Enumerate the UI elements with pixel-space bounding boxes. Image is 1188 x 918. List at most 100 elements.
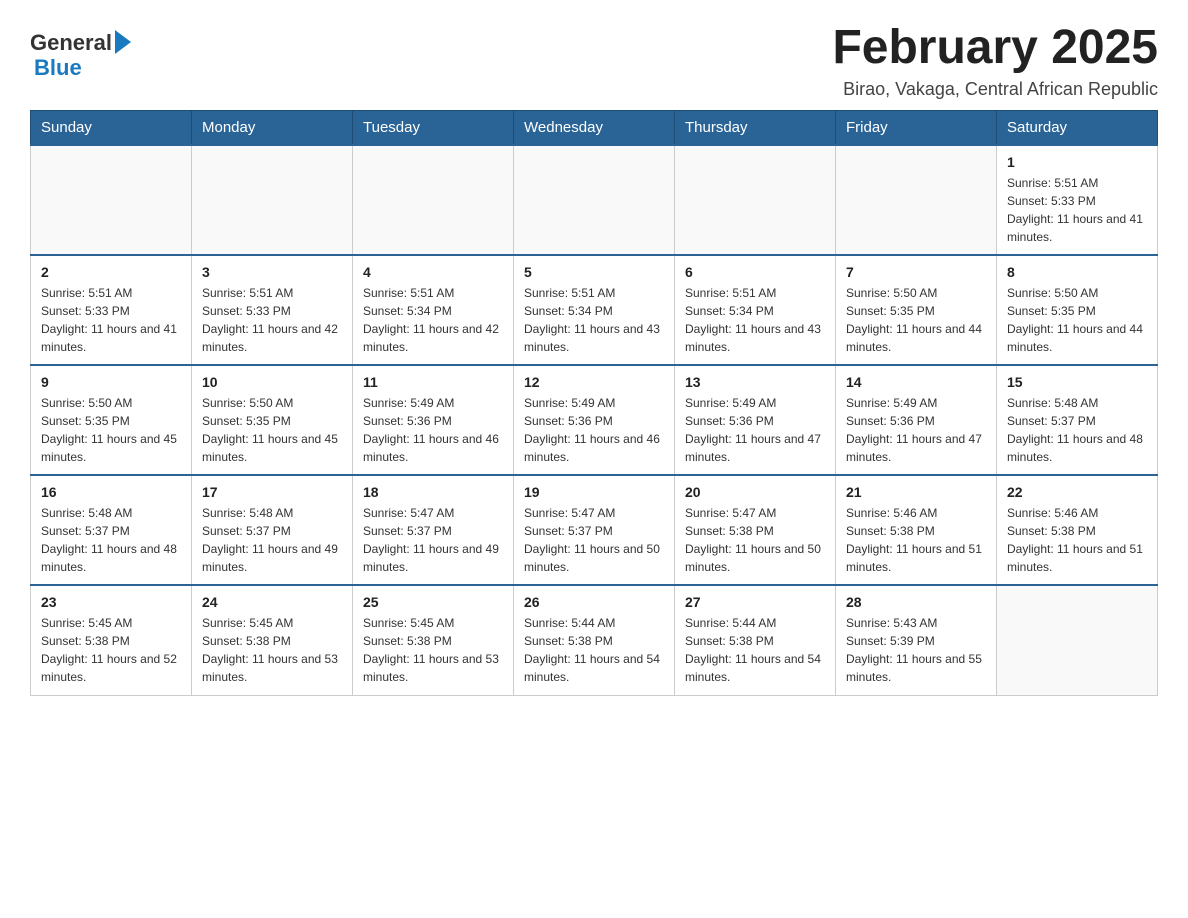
day-number: 15 bbox=[1007, 374, 1147, 390]
calendar-day-cell: 13Sunrise: 5:49 AM Sunset: 5:36 PM Dayli… bbox=[675, 365, 836, 475]
day-number: 27 bbox=[685, 594, 825, 610]
day-number: 12 bbox=[524, 374, 664, 390]
calendar-day-cell bbox=[192, 145, 353, 255]
day-info: Sunrise: 5:49 AM Sunset: 5:36 PM Dayligh… bbox=[363, 394, 503, 466]
day-info: Sunrise: 5:46 AM Sunset: 5:38 PM Dayligh… bbox=[1007, 504, 1147, 576]
calendar-day-cell: 8 Sunrise: 5:50 AM Sunset: 5:35 PM Daylig… bbox=[997, 255, 1158, 365]
day-info: Sunrise: 5:45 AM Sunset: 5:38 PM Dayligh… bbox=[41, 614, 181, 686]
calendar-day-header: Friday bbox=[836, 111, 997, 146]
day-number: 21 bbox=[846, 484, 986, 500]
day-info: Sunrise: 5:45 AM Sunset: 5:38 PM Dayligh… bbox=[202, 614, 342, 686]
calendar-week-row: 23Sunrise: 5:45 AM Sunset: 5:38 PM Dayli… bbox=[31, 585, 1158, 695]
calendar-day-cell: 28 Sunrise: 5:43 AM Sunset: 5:39 PM Dayli… bbox=[836, 585, 997, 695]
day-info: Sunrise: 5:47 AM Sunset: 5:37 PM Dayligh… bbox=[524, 504, 664, 576]
calendar-day-cell: 19 Sunrise: 5:47 AM Sunset: 5:37 PM Dayli… bbox=[514, 475, 675, 585]
calendar-day-header: Monday bbox=[192, 111, 353, 146]
calendar-day-cell: 15 Sunrise: 5:48 AM Sunset: 5:37 PM Dayli… bbox=[997, 365, 1158, 475]
calendar-day-cell bbox=[353, 145, 514, 255]
day-number: 26 bbox=[524, 594, 664, 610]
logo-blue-text: Blue bbox=[34, 56, 131, 80]
page-title: February 2025 bbox=[832, 20, 1158, 75]
day-info: Sunrise: 5:44 AM Sunset: 5:38 PM Dayligh… bbox=[685, 614, 825, 686]
day-number: 6 bbox=[685, 264, 825, 280]
calendar-day-cell bbox=[836, 145, 997, 255]
calendar-day-cell: 1 Sunrise: 5:51 AM Sunset: 5:33 PM Daylig… bbox=[997, 145, 1158, 255]
day-number: 3 bbox=[202, 264, 342, 280]
logo-general-text: General bbox=[30, 31, 112, 55]
day-number: 28 bbox=[846, 594, 986, 610]
day-number: 17 bbox=[202, 484, 342, 500]
day-info: Sunrise: 5:51 AM Sunset: 5:34 PM Dayligh… bbox=[685, 284, 825, 356]
calendar-day-cell: 7 Sunrise: 5:50 AM Sunset: 5:35 PM Daylig… bbox=[836, 255, 997, 365]
calendar-day-cell: 25Sunrise: 5:45 AM Sunset: 5:38 PM Dayli… bbox=[353, 585, 514, 695]
calendar-week-row: 9 Sunrise: 5:50 AM Sunset: 5:35 PM Daylig… bbox=[31, 365, 1158, 475]
calendar-day-cell: 4 Sunrise: 5:51 AM Sunset: 5:34 PM Daylig… bbox=[353, 255, 514, 365]
calendar-day-cell: 16 Sunrise: 5:48 AM Sunset: 5:37 PM Dayli… bbox=[31, 475, 192, 585]
day-number: 19 bbox=[524, 484, 664, 500]
calendar-day-cell: 9Sunrise: 5:50 AM Sunset: 5:35 PM Daylig… bbox=[31, 365, 192, 475]
calendar-day-cell: 20 Sunrise: 5:47 AM Sunset: 5:38 PM Dayli… bbox=[675, 475, 836, 585]
day-info: Sunrise: 5:50 AM Sunset: 5:35 PM Dayligh… bbox=[1007, 284, 1147, 356]
calendar-day-cell: 11 Sunrise: 5:49 AM Sunset: 5:36 PM Dayli… bbox=[353, 365, 514, 475]
calendar-day-cell: 21 Sunrise: 5:46 AM Sunset: 5:38 PM Dayli… bbox=[836, 475, 997, 585]
day-info: Sunrise: 5:46 AM Sunset: 5:38 PM Dayligh… bbox=[846, 504, 986, 576]
day-info: Sunrise: 5:49 AM Sunset: 5:36 PM Dayligh… bbox=[846, 394, 986, 466]
calendar-day-cell: 2 Sunrise: 5:51 AM Sunset: 5:33 PM Daylig… bbox=[31, 255, 192, 365]
calendar-table: SundayMondayTuesdayWednesdayThursdayFrid… bbox=[30, 110, 1158, 696]
calendar-day-cell bbox=[31, 145, 192, 255]
page-subtitle: Birao, Vakaga, Central African Republic bbox=[832, 79, 1158, 100]
day-info: Sunrise: 5:47 AM Sunset: 5:38 PM Dayligh… bbox=[685, 504, 825, 576]
title-section: February 2025 Birao, Vakaga, Central Afr… bbox=[832, 20, 1158, 100]
calendar-day-header: Thursday bbox=[675, 111, 836, 146]
calendar-day-cell: 24Sunrise: 5:45 AM Sunset: 5:38 PM Dayli… bbox=[192, 585, 353, 695]
day-number: 9 bbox=[41, 374, 181, 390]
day-number: 4 bbox=[363, 264, 503, 280]
calendar-day-cell: 22 Sunrise: 5:46 AM Sunset: 5:38 PM Dayli… bbox=[997, 475, 1158, 585]
calendar-day-cell bbox=[514, 145, 675, 255]
day-info: Sunrise: 5:45 AM Sunset: 5:38 PM Dayligh… bbox=[363, 614, 503, 686]
day-info: Sunrise: 5:48 AM Sunset: 5:37 PM Dayligh… bbox=[202, 504, 342, 576]
calendar-day-cell bbox=[997, 585, 1158, 695]
calendar-day-cell: 18Sunrise: 5:47 AM Sunset: 5:37 PM Dayli… bbox=[353, 475, 514, 585]
calendar-day-cell: 27 Sunrise: 5:44 AM Sunset: 5:38 PM Dayli… bbox=[675, 585, 836, 695]
day-info: Sunrise: 5:50 AM Sunset: 5:35 PM Dayligh… bbox=[846, 284, 986, 356]
day-number: 2 bbox=[41, 264, 181, 280]
day-info: Sunrise: 5:51 AM Sunset: 5:33 PM Dayligh… bbox=[202, 284, 342, 356]
calendar-day-header: Sunday bbox=[31, 111, 192, 146]
calendar-day-cell: 17 Sunrise: 5:48 AM Sunset: 5:37 PM Dayli… bbox=[192, 475, 353, 585]
day-number: 14 bbox=[846, 374, 986, 390]
calendar-day-cell: 14 Sunrise: 5:49 AM Sunset: 5:36 PM Dayli… bbox=[836, 365, 997, 475]
day-number: 16 bbox=[41, 484, 181, 500]
day-number: 7 bbox=[846, 264, 986, 280]
day-number: 11 bbox=[363, 374, 503, 390]
calendar-day-cell: 12 Sunrise: 5:49 AM Sunset: 5:36 PM Dayli… bbox=[514, 365, 675, 475]
day-info: Sunrise: 5:51 AM Sunset: 5:34 PM Dayligh… bbox=[363, 284, 503, 356]
day-info: Sunrise: 5:50 AM Sunset: 5:35 PM Dayligh… bbox=[202, 394, 342, 466]
calendar-day-cell bbox=[675, 145, 836, 255]
day-info: Sunrise: 5:51 AM Sunset: 5:33 PM Dayligh… bbox=[41, 284, 181, 356]
calendar-day-cell: 23Sunrise: 5:45 AM Sunset: 5:38 PM Dayli… bbox=[31, 585, 192, 695]
calendar-day-header: Saturday bbox=[997, 111, 1158, 146]
day-info: Sunrise: 5:48 AM Sunset: 5:37 PM Dayligh… bbox=[41, 504, 181, 576]
calendar-day-cell: 5Sunrise: 5:51 AM Sunset: 5:34 PM Daylig… bbox=[514, 255, 675, 365]
calendar-day-cell: 26Sunrise: 5:44 AM Sunset: 5:38 PM Dayli… bbox=[514, 585, 675, 695]
calendar-header-row: SundayMondayTuesdayWednesdayThursdayFrid… bbox=[31, 111, 1158, 146]
day-info: Sunrise: 5:51 AM Sunset: 5:33 PM Dayligh… bbox=[1007, 174, 1147, 246]
logo: General Blue bbox=[30, 30, 131, 80]
day-info: Sunrise: 5:43 AM Sunset: 5:39 PM Dayligh… bbox=[846, 614, 986, 686]
day-number: 18 bbox=[363, 484, 503, 500]
day-info: Sunrise: 5:49 AM Sunset: 5:36 PM Dayligh… bbox=[524, 394, 664, 466]
day-number: 22 bbox=[1007, 484, 1147, 500]
calendar-day-cell: 3 Sunrise: 5:51 AM Sunset: 5:33 PM Daylig… bbox=[192, 255, 353, 365]
day-number: 8 bbox=[1007, 264, 1147, 280]
logo-arrow-icon bbox=[115, 30, 131, 54]
day-number: 1 bbox=[1007, 154, 1147, 170]
calendar-week-row: 16 Sunrise: 5:48 AM Sunset: 5:37 PM Dayli… bbox=[31, 475, 1158, 585]
day-number: 20 bbox=[685, 484, 825, 500]
day-number: 5 bbox=[524, 264, 664, 280]
day-number: 10 bbox=[202, 374, 342, 390]
calendar-week-row: 1 Sunrise: 5:51 AM Sunset: 5:33 PM Daylig… bbox=[31, 145, 1158, 255]
logo-content: General Blue bbox=[30, 30, 131, 80]
calendar-day-header: Wednesday bbox=[514, 111, 675, 146]
day-info: Sunrise: 5:48 AM Sunset: 5:37 PM Dayligh… bbox=[1007, 394, 1147, 466]
